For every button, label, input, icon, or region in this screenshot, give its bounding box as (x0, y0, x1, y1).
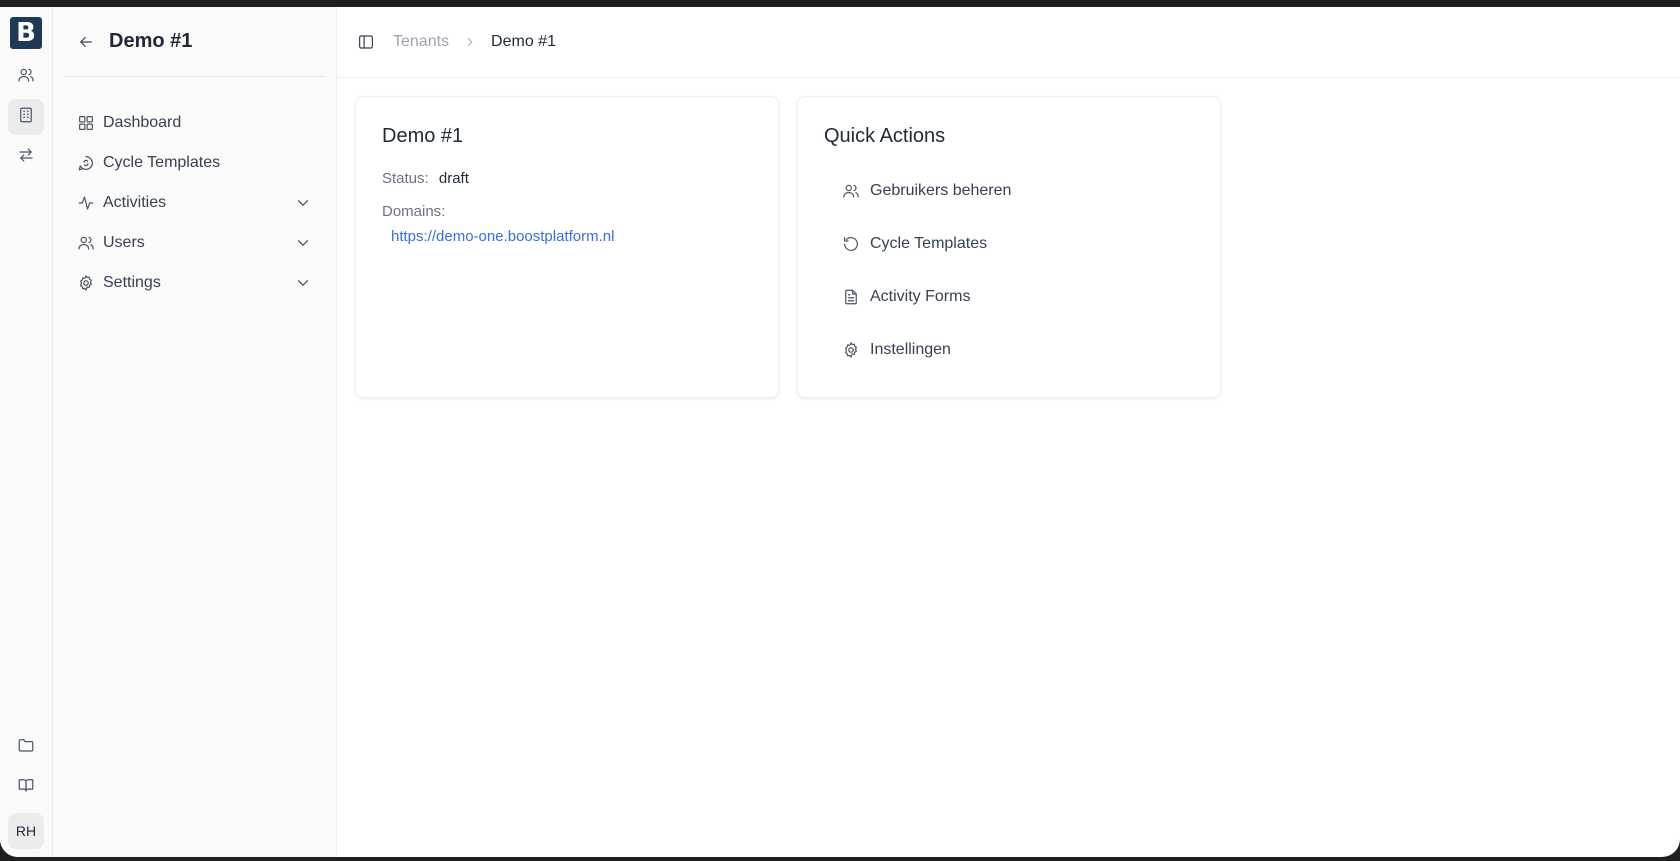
domains-row: Domains: https://demo-one.boostplatform.… (382, 203, 752, 245)
chevron-down-icon[interactable] (294, 234, 312, 252)
grid-icon (77, 114, 95, 132)
sidebar-item-cycle-templates[interactable]: Cycle Templates (65, 143, 324, 183)
status-value: draft (438, 170, 469, 187)
folder-icon (17, 736, 35, 759)
chevron-down-icon[interactable] (294, 274, 312, 292)
activity-icon (77, 194, 95, 212)
sidebar-title: Demo #1 (109, 30, 193, 52)
tenant-card-title: Demo #1 (382, 125, 464, 147)
users-icon (77, 234, 95, 252)
rail-users-button[interactable] (8, 59, 44, 95)
quick-actions-title: Quick Actions (824, 125, 946, 147)
arrows-swap-icon (17, 146, 35, 169)
chevron-down-icon[interactable] (294, 194, 312, 212)
cards-row: Demo #1 Status: draft Domains: https://d… (337, 78, 1680, 398)
building-icon (17, 106, 35, 129)
icon-rail: B RH (0, 7, 53, 857)
quick-action-label: Cycle Templates (870, 234, 988, 252)
message-cycle-icon (77, 154, 95, 172)
refresh-icon (842, 235, 860, 253)
quick-actions-list: Gebruikers beheren Cycle Templates Activ… (824, 164, 1194, 376)
breadcrumb-tenants[interactable]: Tenants (393, 33, 449, 51)
sidebar-item-label: Users (103, 234, 145, 251)
brand-logo[interactable]: B (10, 17, 42, 49)
chevron-right-icon (463, 35, 477, 49)
quick-actions-card: Quick Actions Gebruikers beheren Cycle T… (797, 96, 1221, 398)
rail-files-button[interactable] (8, 729, 44, 765)
sidebar-item-activities[interactable]: Activities (65, 183, 324, 223)
sidebar-item-dashboard[interactable]: Dashboard (65, 103, 324, 143)
top-bar: Tenants Demo #1 (337, 7, 1680, 78)
sidebar-item-label: Dashboard (103, 114, 182, 131)
domain-link[interactable]: https://demo-one.boostplatform.nl (391, 228, 752, 245)
sidebar-item-users[interactable]: Users (65, 223, 324, 263)
rail-docs-button[interactable] (8, 769, 44, 805)
sidebar-toggle-icon[interactable] (357, 33, 375, 51)
back-arrow-icon[interactable] (77, 33, 95, 51)
sidebar-item-label: Activities (103, 194, 167, 211)
users-icon (17, 66, 35, 89)
main-content: Tenants Demo #1 Demo #1 Status: draft Do… (337, 7, 1680, 857)
document-icon (842, 288, 860, 306)
tenant-info-card: Demo #1 Status: draft Domains: https://d… (355, 96, 779, 398)
gear-icon (77, 274, 95, 292)
breadcrumb-current: Demo #1 (491, 33, 556, 50)
status-label: Status: (382, 170, 429, 187)
quick-action-manage-users[interactable]: Gebruikers beheren (824, 164, 1194, 217)
sidebar-item-label: Cycle Templates (103, 154, 221, 171)
sidebar: Demo #1 Dashboard Cycle Templates Activi… (53, 7, 337, 857)
status-row: Status: draft (382, 170, 752, 187)
quick-action-label: Gebruikers beheren (870, 181, 1012, 199)
sidebar-item-label: Settings (103, 274, 161, 291)
sidebar-header: Demo #1 (63, 7, 326, 77)
rail-switch-button[interactable] (8, 139, 44, 175)
quick-action-activity-forms[interactable]: Activity Forms (824, 270, 1194, 323)
book-icon (17, 776, 35, 799)
app-window: B RH Demo #1 Dashboard Cycle Templates A… (0, 7, 1680, 857)
domains-label: Domains: (382, 203, 446, 220)
rail-tenants-button[interactable] (8, 99, 44, 135)
users-icon (842, 182, 860, 200)
gear-icon (842, 341, 860, 359)
sidebar-item-settings[interactable]: Settings (65, 263, 324, 303)
quick-action-settings[interactable]: Instellingen (824, 323, 1194, 376)
sidebar-nav: Dashboard Cycle Templates Activities Use… (65, 103, 324, 303)
quick-action-label: Activity Forms (870, 287, 971, 305)
breadcrumb: Tenants Demo #1 (393, 33, 556, 51)
quick-action-cycle-templates[interactable]: Cycle Templates (824, 217, 1194, 270)
user-avatar[interactable]: RH (8, 813, 44, 849)
quick-action-label: Instellingen (870, 340, 951, 358)
